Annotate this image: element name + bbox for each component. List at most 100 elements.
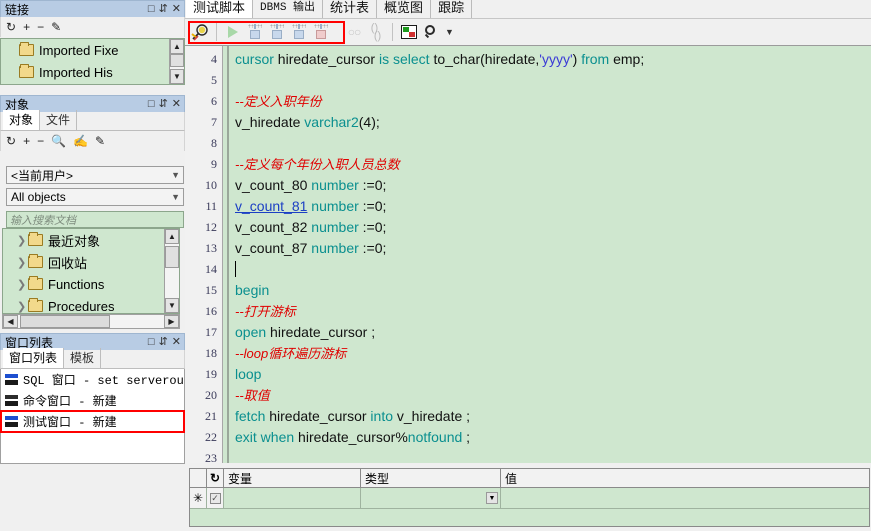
scroll-track[interactable] [18,315,164,328]
tab-window-list[interactable]: 窗口列表 [3,348,65,368]
scroll-up-icon[interactable]: ▲ [170,39,184,54]
remove-icon[interactable]: − [37,21,44,33]
chevron-down-icon[interactable]: ▼ [171,192,180,202]
chevron-right-icon[interactable]: ❯ [17,234,28,247]
scroll-up-icon[interactable]: ▲ [165,229,179,244]
list-item[interactable]: Imported His [1,61,184,83]
user-select[interactable]: <当前用户> ▼ [6,166,184,184]
tab-trace[interactable]: 跟踪 [431,0,473,18]
code-line[interactable]: v_count_82 number :=0; [223,217,871,238]
tab-objects[interactable]: 对象 [3,110,41,130]
list-item[interactable]: Imported Fixe [1,39,184,61]
chevron-down-icon[interactable]: ▼ [171,170,180,180]
tab-dbms-output[interactable]: DBMS 输出 [253,0,324,18]
add-icon[interactable]: + [23,21,30,33]
run-icon[interactable] [222,21,244,43]
code-line[interactable]: --loop循环遍历游标 [223,343,871,364]
checkbox-icon[interactable]: ✓ [209,492,221,504]
cell-type[interactable]: ▼ [361,488,501,508]
code-line[interactable]: --取值 [223,385,871,406]
code-line[interactable]: v_hiredate varchar2(4); [223,112,871,133]
list-item[interactable]: SQL 窗口 - set serveroutput [1,369,213,390]
code-line[interactable] [223,133,871,154]
code-line[interactable]: begin [223,280,871,301]
list-item[interactable]: 命令窗口 - 新建 [1,390,184,411]
tree-item[interactable]: ❯ Functions [3,273,179,295]
chevron-right-icon[interactable]: ❯ [17,256,28,269]
tab-templates[interactable]: 模板 [64,348,102,368]
objects-tree[interactable]: ❯ 最近对象 ❯ 回收站 ❯ Functions ❯ Procedures ▲ [2,228,180,314]
code-line[interactable]: loop [223,364,871,385]
tab-files[interactable]: 文件 [40,110,78,130]
code-text-area[interactable]: cursor hiredate_cursor is select to_char… [223,46,871,463]
code-line[interactable] [223,70,871,91]
scroll-down-icon[interactable]: ▼ [170,69,184,84]
objects-tree-scrollbar[interactable]: ▲ ▼ [164,229,179,313]
code-line[interactable]: open hiredate_cursor ; [223,322,871,343]
cell-variable[interactable] [224,488,361,508]
output-window-icon[interactable] [398,21,420,43]
step-over-icon[interactable] [266,21,288,43]
edit-icon[interactable]: ✎ [51,21,61,33]
maximize-icon[interactable]: □ [148,336,155,348]
code-editor[interactable]: 4 5 6 7 8 9 10 11 12 13 14 15 16 17 18 19 20 21 22 23 curso… [185,45,871,463]
add-icon[interactable]: + [23,135,30,147]
remove-icon[interactable]: − [37,135,44,147]
variables-grid[interactable]: ↻ 变量 类型 值 ✳ ✓ ▼ [189,468,870,527]
edit-icon[interactable]: ✎ [95,135,105,147]
code-line[interactable]: v_count_80 number :=0; [223,175,871,196]
row-checkbox[interactable]: ✓ [207,488,224,508]
grid-header-type[interactable]: 类型 [361,469,501,487]
step-into-icon[interactable] [244,21,266,43]
pin-icon[interactable]: ⇵ [159,336,168,348]
maximize-icon[interactable]: □ [148,3,155,15]
grid-header-value[interactable]: 值 [501,469,869,487]
tab-profile[interactable]: 概览图 [377,0,432,18]
filter-icon[interactable]: ✍ [73,135,88,147]
grid-header-variable[interactable]: 变量 [224,469,361,487]
grid-header-refresh-icon[interactable]: ↻ [207,469,224,487]
close-icon[interactable]: ✕ [172,336,181,348]
tree-item[interactable]: ❯ 回收站 [3,251,179,273]
tab-test-script[interactable]: 测试脚本 [186,0,254,18]
cell-value[interactable] [501,488,869,508]
code-line[interactable]: --定义入职年份 [223,91,871,112]
code-line[interactable]: fetch hiredate_cursor into v_hiredate ; [223,406,871,427]
scroll-right-icon[interactable]: ▶ [164,315,179,328]
step-out-icon[interactable] [288,21,310,43]
pin-icon[interactable]: ⇵ [159,98,168,110]
refresh-icon[interactable]: ↻ [6,21,16,33]
code-line[interactable]: v_count_81 number :=0; [223,196,871,217]
zoom-icon[interactable] [420,21,442,43]
code-line[interactable]: cursor hiredate_cursor is select to_char… [223,49,871,70]
tree-item[interactable]: ❯ Procedures [3,295,179,313]
window-list[interactable]: SQL 窗口 - set serveroutput 命令窗口 - 新建 测试窗口… [0,369,213,464]
scroll-track[interactable] [165,244,179,298]
links-tree-scrollbar[interactable]: ▲ ▼ [169,39,184,84]
links-tree[interactable]: Imported Fixe Imported His ▲ ▼ [0,38,185,85]
chevron-right-icon[interactable]: ❯ [17,300,28,313]
code-line[interactable]: --打开游标 [223,301,871,322]
tree-item[interactable]: ❯ 最近对象 [3,229,179,251]
close-icon[interactable]: ✕ [172,98,181,110]
table-row[interactable]: ✳ ✓ ▼ [190,488,869,509]
refresh-icon[interactable]: ↻ [6,135,16,147]
code-line[interactable] [223,448,871,463]
code-line[interactable]: v_count_87 number :=0; [223,238,871,259]
search-input[interactable]: 输入搜索文档 [6,211,184,228]
code-line[interactable]: --定义每个年份入职人员总数 [223,154,871,175]
scroll-track[interactable] [170,54,184,69]
list-item-selected[interactable]: 测试窗口 - 新建 [0,410,185,433]
scroll-thumb[interactable] [20,315,110,328]
scroll-thumb[interactable] [170,54,184,67]
scroll-thumb[interactable] [165,246,179,268]
scroll-down-icon[interactable]: ▼ [165,298,179,313]
run-to-exception-icon[interactable] [310,21,332,43]
debug-beaker-icon[interactable] [189,21,211,43]
code-line[interactable] [223,259,871,280]
code-line[interactable]: exit when hiredate_cursor%notfound ; [223,427,871,448]
variables-icon[interactable]: () () [365,21,387,43]
pin-icon[interactable]: ⇵ [159,3,168,15]
breakpoints-icon[interactable]: ○○ [343,21,365,43]
chevron-right-icon[interactable]: ❯ [17,278,28,291]
